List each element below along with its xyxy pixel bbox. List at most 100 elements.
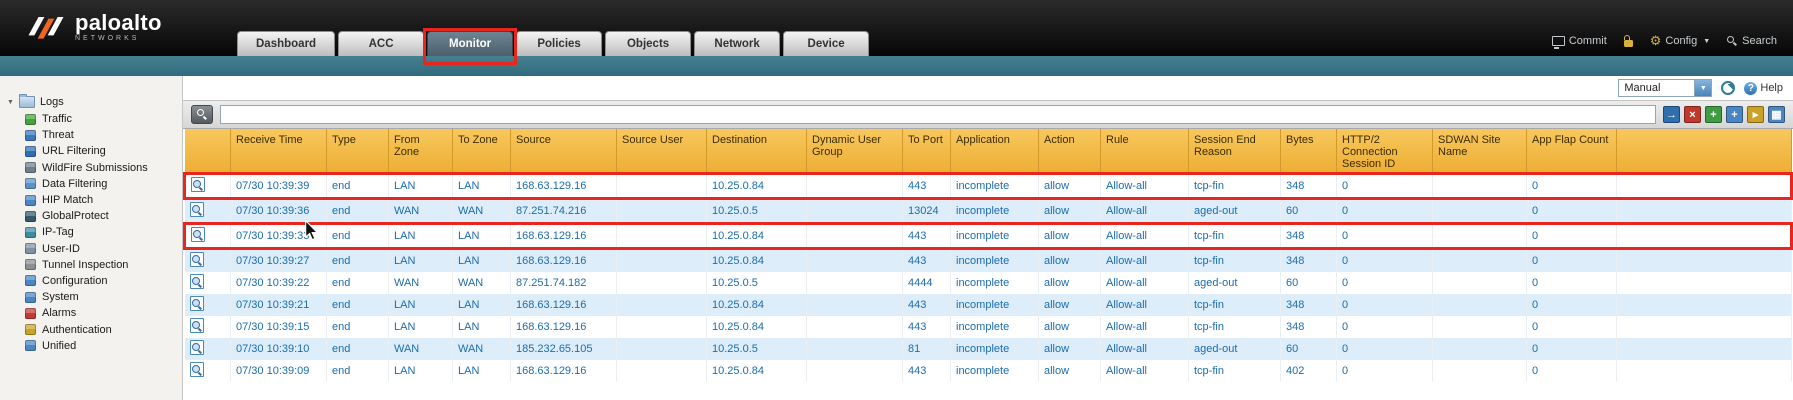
log-detail-icon[interactable] xyxy=(190,340,204,355)
table-row[interactable]: 07/30 10:39:27endLANLAN168.63.129.1610.2… xyxy=(185,249,1792,273)
column-header-application[interactable]: Application xyxy=(951,129,1039,174)
column-header-from-zone[interactable]: From Zone xyxy=(389,129,453,174)
column-header-source[interactable]: Source xyxy=(511,129,617,174)
sidebar-item-label: Alarms xyxy=(42,307,76,319)
cell-app-flap-count: 0 xyxy=(1527,199,1617,224)
cell-action: allow xyxy=(1039,338,1101,360)
apply-filter-button[interactable]: → xyxy=(1663,106,1680,123)
sidebar-item-url-filtering[interactable]: URL Filtering xyxy=(0,143,182,159)
column-header-to-port[interactable]: To Port xyxy=(903,129,951,174)
column-header-session-end-reason[interactable]: Session End Reason xyxy=(1189,129,1281,174)
add-filter-button[interactable]: + xyxy=(1705,106,1722,123)
sidebar-item-authentication[interactable]: Authentication xyxy=(0,321,182,337)
log-detail-icon[interactable] xyxy=(190,202,204,217)
log-detail-icon[interactable] xyxy=(190,318,204,333)
tab-monitor[interactable]: Monitor xyxy=(427,31,513,56)
log-detail-icon[interactable] xyxy=(191,227,205,242)
table-row[interactable]: 07/30 10:39:15endLANLAN168.63.129.1610.2… xyxy=(185,316,1792,338)
cell-type: end xyxy=(327,174,389,199)
column-header-sdwan-site-name[interactable]: SDWAN Site Name xyxy=(1433,129,1527,174)
commit-button[interactable]: Commit xyxy=(1552,35,1607,47)
cell-receive-time: 07/30 10:39:15 xyxy=(231,316,327,338)
column-header-http-2-connection-session-id[interactable]: HTTP/2 Connection Session ID xyxy=(1337,129,1433,174)
sidebar-item-hip-match[interactable]: HIP Match xyxy=(0,192,182,208)
cell-session-end-reason: tcp-fin xyxy=(1189,294,1281,316)
config-menu[interactable]: ⚙ Config ▼ xyxy=(1650,35,1710,47)
sidebar-item-user-id[interactable]: User-ID xyxy=(0,241,182,257)
cell-type: end xyxy=(327,199,389,224)
tree-expand-icon[interactable]: ▼ xyxy=(7,99,14,106)
table-row-highlighted[interactable]: 07/30 10:39:33endLANLAN168.63.129.1610.2… xyxy=(185,224,1792,249)
cell-rule: Allow-all xyxy=(1101,294,1189,316)
sidebar-item-label: IP-Tag xyxy=(42,226,74,238)
cell-detail xyxy=(185,316,231,338)
cell-session-end-reason: tcp-fin xyxy=(1189,224,1281,249)
tab-policies[interactable]: Policies xyxy=(516,31,602,56)
log-detail-icon[interactable] xyxy=(190,296,204,311)
column-header-receive-time[interactable]: Receive Time xyxy=(231,129,327,174)
sidebar-item-traffic[interactable]: Traffic xyxy=(0,111,182,127)
export-logs-button[interactable]: ▦ xyxy=(1768,106,1785,123)
log-detail-icon[interactable] xyxy=(190,252,204,267)
config-label: Config xyxy=(1665,35,1697,47)
cell-application: incomplete xyxy=(951,249,1039,273)
sidebar-item-alarms[interactable]: Alarms xyxy=(0,305,182,321)
table-row[interactable]: 07/30 10:39:22endWANWAN87.251.74.18210.2… xyxy=(185,272,1792,294)
log-filter-input[interactable] xyxy=(220,105,1656,124)
cell-dynamic-user-group xyxy=(807,360,903,382)
column-header-dynamic-user-group[interactable]: Dynamic User Group xyxy=(807,129,903,174)
table-row[interactable]: 07/30 10:39:10endWANWAN185.232.65.10510.… xyxy=(185,338,1792,360)
cell-dynamic-user-group xyxy=(807,316,903,338)
sidebar-root-logs[interactable]: ▼ Logs xyxy=(0,94,182,111)
sidebar-item-data-filtering[interactable]: Data Filtering xyxy=(0,176,182,192)
sidebar-item-threat[interactable]: Threat xyxy=(0,127,182,143)
help-button[interactable]: ? Help xyxy=(1744,82,1783,95)
table-row-highlighted[interactable]: 07/30 10:39:39endLANLAN168.63.129.1610.2… xyxy=(185,174,1792,199)
tab-device[interactable]: Device xyxy=(783,31,869,56)
table-row[interactable]: 07/30 10:39:09endLANLAN168.63.129.1610.2… xyxy=(185,360,1792,382)
refresh-icon[interactable] xyxy=(1721,81,1735,95)
column-header-rule[interactable]: Rule xyxy=(1101,129,1189,174)
sidebar-item-tunnel-inspection[interactable]: Tunnel Inspection xyxy=(0,257,182,273)
sidebar-item-globalprotect[interactable]: GlobalProtect xyxy=(0,208,182,224)
tab-objects[interactable]: Objects xyxy=(605,31,691,56)
cell-bytes: 60 xyxy=(1281,199,1337,224)
cell-to-zone: WAN xyxy=(453,199,511,224)
cell-http-2-connection-session-id: 0 xyxy=(1337,174,1433,199)
refresh-mode-select[interactable]: Manual ▼ xyxy=(1618,79,1712,97)
tab-acc[interactable]: ACC xyxy=(338,31,424,56)
sidebar-item-configuration[interactable]: Configuration xyxy=(0,273,182,289)
sidebar-item-ip-tag[interactable]: IP-Tag xyxy=(0,224,182,240)
sidebar-item-label: Authentication xyxy=(42,324,112,336)
column-header-bytes[interactable]: Bytes xyxy=(1281,129,1337,174)
column-header-source-user[interactable]: Source User xyxy=(617,129,707,174)
alarms-icon xyxy=(25,308,36,319)
sidebar-item-wildfire-submissions[interactable]: WildFire Submissions xyxy=(0,160,182,176)
column-header-app-flap-count[interactable]: App Flap Count xyxy=(1527,129,1617,174)
cell-app-flap-count: 0 xyxy=(1527,272,1617,294)
table-row[interactable]: 07/30 10:39:21endLANLAN168.63.129.1610.2… xyxy=(185,294,1792,316)
log-detail-icon[interactable] xyxy=(190,274,204,289)
clear-filter-button[interactable]: × xyxy=(1684,106,1701,123)
search-button[interactable]: Search xyxy=(1727,35,1777,47)
wildfire-icon xyxy=(25,162,36,173)
log-detail-icon[interactable] xyxy=(190,362,204,377)
column-header-action[interactable]: Action xyxy=(1039,129,1101,174)
column-header-type[interactable]: Type xyxy=(327,129,389,174)
column-header-to-zone[interactable]: To Zone xyxy=(453,129,511,174)
load-filter-button[interactable]: ▸ xyxy=(1747,106,1764,123)
cell-type: end xyxy=(327,294,389,316)
filter-search-button[interactable] xyxy=(191,105,213,124)
cell-sdwan-site-name xyxy=(1433,199,1527,224)
sidebar-item-system[interactable]: System xyxy=(0,289,182,305)
cell-sdwan-site-name xyxy=(1433,316,1527,338)
tab-network[interactable]: Network xyxy=(694,31,780,56)
table-row[interactable]: 07/30 10:39:36endWANWAN87.251.74.21610.2… xyxy=(185,199,1792,224)
save-filter-button[interactable]: + xyxy=(1726,106,1743,123)
log-detail-icon[interactable] xyxy=(191,177,205,192)
tab-dashboard[interactable]: Dashboard xyxy=(237,31,335,56)
sidebar-item-unified[interactable]: Unified xyxy=(0,338,182,354)
column-header-destination[interactable]: Destination xyxy=(707,129,807,174)
lock-icon[interactable] xyxy=(1624,40,1633,47)
cell-session-end-reason: tcp-fin xyxy=(1189,249,1281,273)
